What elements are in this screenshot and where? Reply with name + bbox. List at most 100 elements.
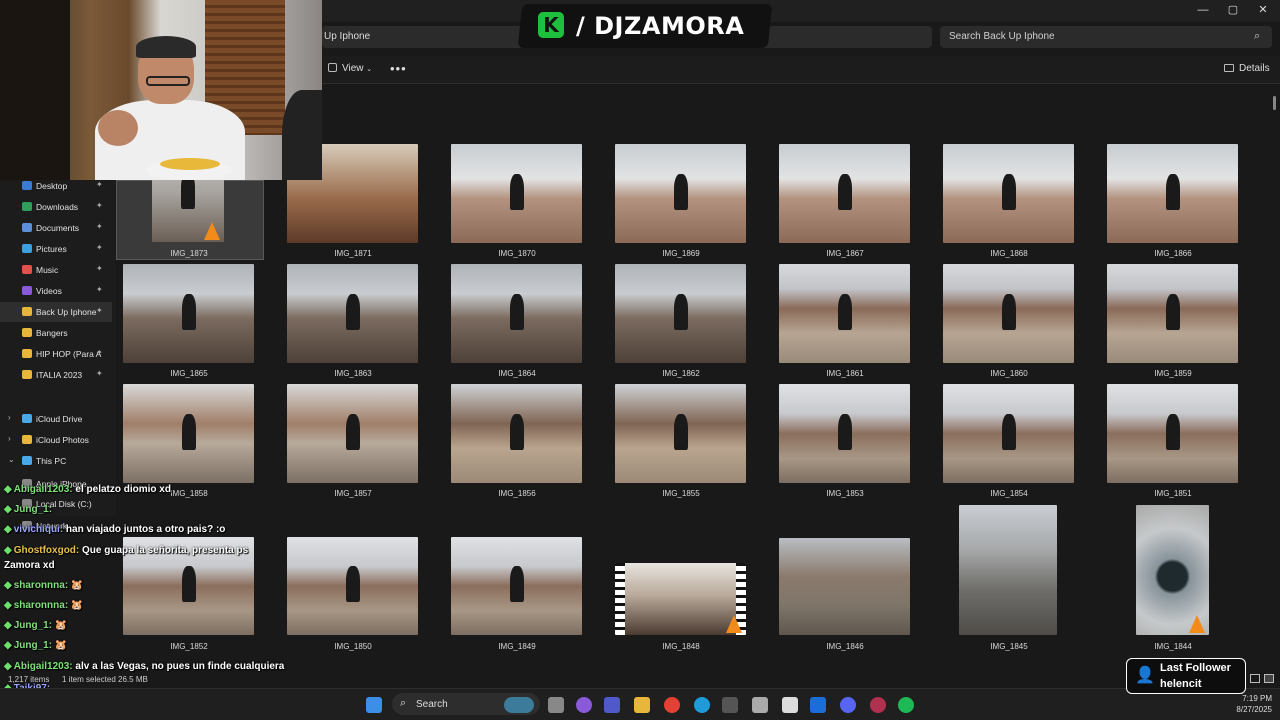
sidebar-item[interactable]: Back Up Iphone ✦ <box>0 302 112 322</box>
file-thumbnail[interactable] <box>779 538 910 635</box>
teams-icon[interactable] <box>604 697 620 713</box>
file-name[interactable]: IMG_1851 <box>1107 489 1239 498</box>
file-name[interactable]: IMG_1857 <box>287 489 419 498</box>
app-icon[interactable] <box>722 697 738 713</box>
file-thumbnail[interactable] <box>943 384 1074 483</box>
file-name[interactable]: IMG_1870 <box>451 249 583 258</box>
chevron-right-icon[interactable]: › <box>8 434 11 443</box>
chat-username[interactable]: Jung_1: <box>14 504 52 515</box>
file-name[interactable]: IMG_1862 <box>615 369 747 378</box>
chat-username[interactable]: Abigail1203: <box>14 661 73 672</box>
copilot-icon[interactable] <box>576 697 592 713</box>
file-name[interactable]: IMG_1866 <box>1107 249 1239 258</box>
file-name[interactable]: IMG_1856 <box>451 489 583 498</box>
file-name[interactable]: IMG_1863 <box>287 369 419 378</box>
file-name[interactable]: IMG_1855 <box>615 489 747 498</box>
sidebar-item[interactable]: Bangers <box>0 323 112 343</box>
file-name[interactable]: IMG_1854 <box>943 489 1075 498</box>
file-thumbnail[interactable] <box>779 264 910 363</box>
file-thumbnail[interactable] <box>615 384 746 483</box>
file-name[interactable]: IMG_1846 <box>779 642 911 651</box>
maximize-button[interactable]: ▢ <box>1218 2 1248 18</box>
file-name[interactable]: IMG_1852 <box>123 642 255 651</box>
file-thumbnail[interactable] <box>123 264 254 363</box>
sidebar-item[interactable]: HIP HOP (Para A ✦ <box>0 344 112 364</box>
file-thumbnail[interactable] <box>1136 505 1209 635</box>
file-thumbnail[interactable] <box>287 537 418 635</box>
capcut-icon[interactable] <box>782 697 798 713</box>
file-name[interactable]: IMG_1869 <box>615 249 747 258</box>
system-clock[interactable]: 7:19 PM 8/27/2025 <box>1222 693 1272 715</box>
search-icon[interactable]: ⌕ <box>1254 30 1260 43</box>
sidebar-item[interactable]: › iCloud Photos <box>0 430 112 450</box>
chat-username[interactable]: sharonnna: <box>14 600 68 611</box>
file-thumbnail[interactable] <box>615 144 746 243</box>
start-icon[interactable] <box>366 697 382 713</box>
file-thumbnail[interactable] <box>287 384 418 483</box>
file-name[interactable]: IMG_1849 <box>451 642 583 651</box>
sidebar-item[interactable]: ITALIA 2023 ✦ <box>0 365 112 385</box>
file-name[interactable]: IMG_1871 <box>287 249 419 258</box>
file-thumbnail[interactable] <box>943 264 1074 363</box>
chat-username[interactable]: Abigail1203: <box>14 484 73 495</box>
chevron-down-icon[interactable]: ⌄ <box>8 455 15 464</box>
outlook-icon[interactable] <box>810 697 826 713</box>
file-thumbnail[interactable] <box>287 264 418 363</box>
sidebar-item[interactable]: Downloads ✦ <box>0 197 112 217</box>
file-name[interactable]: IMG_1861 <box>779 369 911 378</box>
vertical-scrollbar[interactable] <box>1273 96 1276 110</box>
file-name[interactable]: IMG_1853 <box>779 489 911 498</box>
file-thumbnail[interactable] <box>615 563 746 635</box>
sidebar-item[interactable]: Documents ✦ <box>0 218 112 238</box>
file-thumbnail[interactable] <box>615 264 746 363</box>
file-thumbnail[interactable] <box>1107 144 1238 243</box>
minimize-button[interactable]: — <box>1188 2 1218 18</box>
chat-username[interactable]: Jung_1: <box>14 640 52 651</box>
file-name[interactable]: IMG_1850 <box>287 642 419 651</box>
file-name[interactable]: IMG_1867 <box>779 249 911 258</box>
file-thumbnail[interactable] <box>451 384 582 483</box>
app-red-icon[interactable] <box>870 697 886 713</box>
file-name[interactable]: IMG_1848 <box>615 642 747 651</box>
file-explorer-icon[interactable] <box>634 697 650 713</box>
chat-username[interactable]: Ghostfoxgod: <box>14 545 80 556</box>
file-thumbnail[interactable] <box>123 384 254 483</box>
chrome-icon[interactable] <box>664 697 680 713</box>
file-name[interactable]: IMG_1868 <box>943 249 1075 258</box>
chat-username[interactable]: vivichiqui: <box>14 524 63 535</box>
file-thumbnail[interactable] <box>1107 264 1238 363</box>
details-view-icon[interactable] <box>1250 674 1260 683</box>
task-view-icon[interactable] <box>548 697 564 713</box>
file-name[interactable]: IMG_1844 <box>1107 642 1239 651</box>
chat-username[interactable]: Jung_1: <box>14 620 52 631</box>
view-button[interactable]: View ⌄ <box>328 63 372 74</box>
file-thumbnail[interactable] <box>779 144 910 243</box>
details-button[interactable]: Details <box>1224 63 1270 74</box>
sidebar-item[interactable]: Music ✦ <box>0 260 112 280</box>
widgets-icon[interactable] <box>504 697 534 713</box>
calculator-icon[interactable] <box>752 697 768 713</box>
file-name[interactable]: IMG_1865 <box>123 369 255 378</box>
discord-icon[interactable] <box>840 697 856 713</box>
sidebar-item[interactable]: ⌄ This PC <box>0 451 112 471</box>
more-options-button[interactable]: ••• <box>390 61 407 76</box>
file-thumbnail[interactable] <box>943 144 1074 243</box>
file-thumbnail[interactable] <box>1107 384 1238 483</box>
file-name[interactable]: IMG_1859 <box>1107 369 1239 378</box>
chat-username[interactable]: sharonnna: <box>14 580 68 591</box>
close-button[interactable]: ✕ <box>1248 2 1278 18</box>
file-thumbnail[interactable] <box>451 264 582 363</box>
file-name[interactable]: IMG_1873 <box>123 249 255 258</box>
sidebar-item[interactable]: Pictures ✦ <box>0 239 112 259</box>
file-thumbnail[interactable] <box>451 144 582 243</box>
file-name[interactable]: IMG_1845 <box>943 642 1075 651</box>
spotify-icon[interactable] <box>898 697 914 713</box>
sidebar-item[interactable]: Videos ✦ <box>0 281 112 301</box>
file-thumbnail[interactable] <box>959 505 1057 635</box>
sidebar-item[interactable]: › iCloud Drive <box>0 409 112 429</box>
file-name[interactable]: IMG_1864 <box>451 369 583 378</box>
file-thumbnail[interactable] <box>779 384 910 483</box>
edge-icon[interactable] <box>694 697 710 713</box>
search-placeholder[interactable]: Search Back Up Iphone <box>949 31 1055 42</box>
thumbnail-view-icon[interactable] <box>1264 674 1274 683</box>
